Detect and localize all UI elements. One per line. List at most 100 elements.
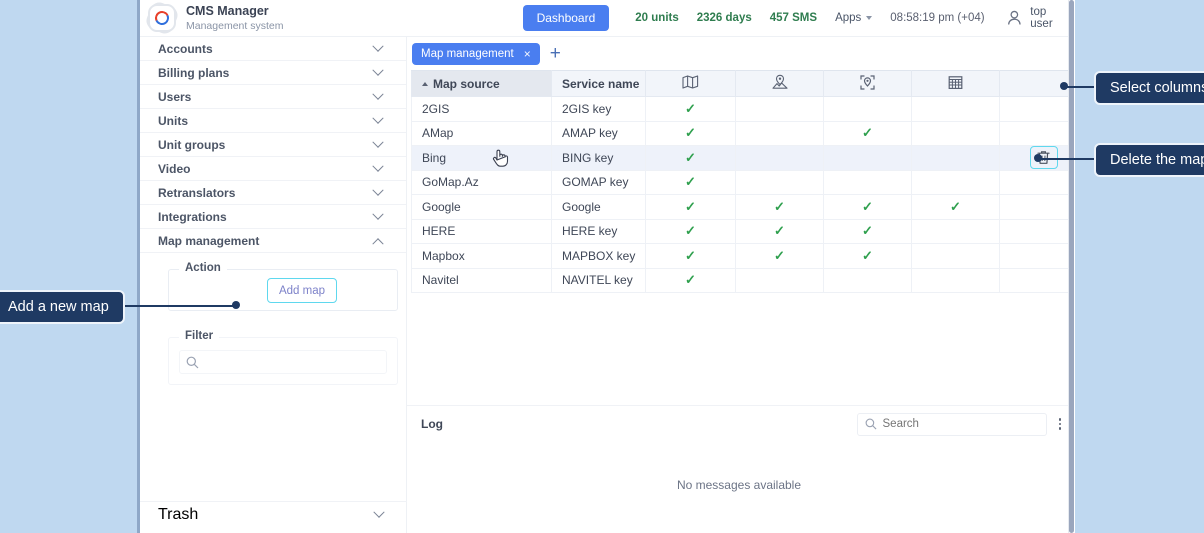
kebab-menu-icon[interactable] xyxy=(1058,418,1061,430)
sidebar-item-label: Unit groups xyxy=(158,137,226,152)
table-row[interactable]: AMap AMAP key ✓ ✓ xyxy=(411,120,1075,146)
dashboard-button[interactable]: Dashboard xyxy=(522,5,610,31)
log-empty-message: No messages available xyxy=(676,478,802,492)
apps-label: Apps xyxy=(835,12,862,24)
folded-map-icon xyxy=(682,75,699,89)
units-counter[interactable]: 20 units xyxy=(635,12,678,24)
column-header-map[interactable] xyxy=(645,70,736,97)
log-title: Log xyxy=(421,417,443,431)
sidebar-item-label: Retranslators xyxy=(158,185,236,200)
brand: CMS Manager Management system xyxy=(140,0,401,37)
check-icon: ✓ xyxy=(950,198,961,214)
cell-map-source: AMap xyxy=(411,120,552,146)
check-icon: ✓ xyxy=(685,174,696,190)
cell-geocode-enabled xyxy=(823,96,912,122)
add-tab-button[interactable]: + xyxy=(550,44,561,63)
cell-actions xyxy=(999,120,1075,146)
cell-actions xyxy=(999,96,1075,122)
check-icon: ✓ xyxy=(774,198,785,214)
sidebar: Accounts Billing plans Users Units Unit … xyxy=(140,37,407,533)
scrollbar-thumb[interactable] xyxy=(1069,0,1074,533)
sidebar-item-map-management[interactable]: Map management xyxy=(140,229,406,253)
table-row[interactable]: Mapbox MAPBOX key ✓ ✓ ✓ xyxy=(411,243,1075,269)
check-icon: ✓ xyxy=(862,198,873,214)
cell-grid-enabled xyxy=(911,243,1000,269)
check-icon: ✓ xyxy=(685,149,696,165)
table-row[interactable]: HERE HERE key ✓ ✓ ✓ xyxy=(411,218,1075,244)
column-header-grid[interactable] xyxy=(911,70,1000,97)
table-row[interactable]: Google Google ✓ ✓ ✓ ✓ xyxy=(411,194,1075,220)
cell-grid-enabled xyxy=(911,169,1000,195)
leader-dot-add-a-new-map xyxy=(232,301,240,309)
check-icon: ✓ xyxy=(862,125,873,141)
check-icon: ✓ xyxy=(774,247,785,263)
cell-service-name: GOMAP key xyxy=(551,169,646,195)
cell-service-name: MAPBOX key xyxy=(551,243,646,269)
content-area: Map management × + Map source Service na… xyxy=(407,37,1075,533)
sms-counter[interactable]: 457 SMS xyxy=(770,12,817,24)
cell-grid-enabled: ✓ xyxy=(911,194,1000,220)
cell-actions xyxy=(999,194,1075,220)
log-search-input[interactable] xyxy=(882,418,1023,430)
column-header-service-name[interactable]: Service name xyxy=(551,70,646,97)
cell-grid-enabled xyxy=(911,120,1000,146)
column-header-geocode[interactable] xyxy=(823,70,912,97)
cell-map-enabled: ✓ xyxy=(645,120,736,146)
table-row[interactable]: GoMap.Az GOMAP key ✓ xyxy=(411,169,1075,195)
cell-actions xyxy=(999,243,1075,269)
table-row[interactable]: Navitel NAVITEL key ✓ xyxy=(411,267,1075,293)
search-icon xyxy=(865,418,876,430)
cell-geocode-enabled: ✓ xyxy=(823,243,912,269)
user-block[interactable]: top user xyxy=(1007,6,1071,30)
sidebar-item-users[interactable]: Users xyxy=(140,85,406,109)
check-icon: ✓ xyxy=(685,198,696,214)
days-counter[interactable]: 2326 days xyxy=(697,12,752,24)
chevron-down-icon xyxy=(372,64,384,76)
column-header-poi[interactable] xyxy=(735,70,824,97)
callout-add-a-new-map: Add a new map xyxy=(0,290,125,324)
sidebar-item-label: Users xyxy=(158,89,192,104)
cell-poi-enabled xyxy=(735,267,824,293)
cell-map-enabled: ✓ xyxy=(645,194,736,220)
table-row[interactable]: Bing BING key ✓ xyxy=(411,145,1075,171)
gear-swirl-logo-icon xyxy=(143,0,181,37)
vertical-scrollbar[interactable] xyxy=(1068,0,1075,533)
log-search-field[interactable] xyxy=(856,412,1047,436)
check-icon: ✓ xyxy=(862,247,873,263)
sidebar-item-retranslators[interactable]: Retranslators xyxy=(140,181,406,205)
callout-delete-the-map: Delete the map xyxy=(1094,143,1204,177)
sidebar-item-accounts[interactable]: Accounts xyxy=(140,37,406,61)
check-icon: ✓ xyxy=(685,125,696,141)
sidebar-item-label: Map management xyxy=(158,233,260,248)
clock-label: 08:58:19 pm (+04) xyxy=(890,12,985,24)
sidebar-item-label: Units xyxy=(158,113,188,128)
cell-geocode-enabled: ✓ xyxy=(823,120,912,146)
sidebar-item-video[interactable]: Video xyxy=(140,157,406,181)
chevron-down-icon xyxy=(372,184,384,196)
cell-service-name: AMAP key xyxy=(551,120,646,146)
leader-line-delete-the-map xyxy=(1038,158,1096,160)
sidebar-item-unit-groups[interactable]: Unit groups xyxy=(140,133,406,157)
sidebar-item-integrations[interactable]: Integrations xyxy=(140,205,406,229)
tab-label: Map management xyxy=(421,47,514,60)
sidebar-item-trash[interactable]: Trash xyxy=(140,501,407,527)
maps-table-body: 2GIS 2GIS key ✓ AMap AMAP key ✓ ✓ Bing BING key ✓… xyxy=(411,96,1075,293)
close-icon[interactable]: × xyxy=(524,48,531,60)
check-icon: ✓ xyxy=(685,272,696,288)
cell-geocode-enabled xyxy=(823,145,912,171)
sidebar-item-units[interactable]: Units xyxy=(140,109,406,133)
table-row[interactable]: 2GIS 2GIS key ✓ xyxy=(411,96,1075,122)
tab-map-management[interactable]: Map management × xyxy=(412,42,540,65)
cell-service-name: Google xyxy=(551,194,646,220)
cell-grid-enabled xyxy=(911,96,1000,122)
sidebar-item-billing-plans[interactable]: Billing plans xyxy=(140,61,406,85)
cell-map-source: GoMap.Az xyxy=(411,169,552,195)
cell-poi-enabled: ✓ xyxy=(735,218,824,244)
add-map-button[interactable]: Add map xyxy=(267,278,337,303)
apps-menu[interactable]: Apps xyxy=(835,12,873,24)
column-header-map-source[interactable]: Map source xyxy=(411,70,552,97)
sidebar-item-label: Integrations xyxy=(158,209,227,224)
callout-select-columns: Select columns xyxy=(1094,71,1204,105)
leader-dot-select-columns xyxy=(1060,82,1068,90)
filter-search-field[interactable] xyxy=(179,350,387,374)
